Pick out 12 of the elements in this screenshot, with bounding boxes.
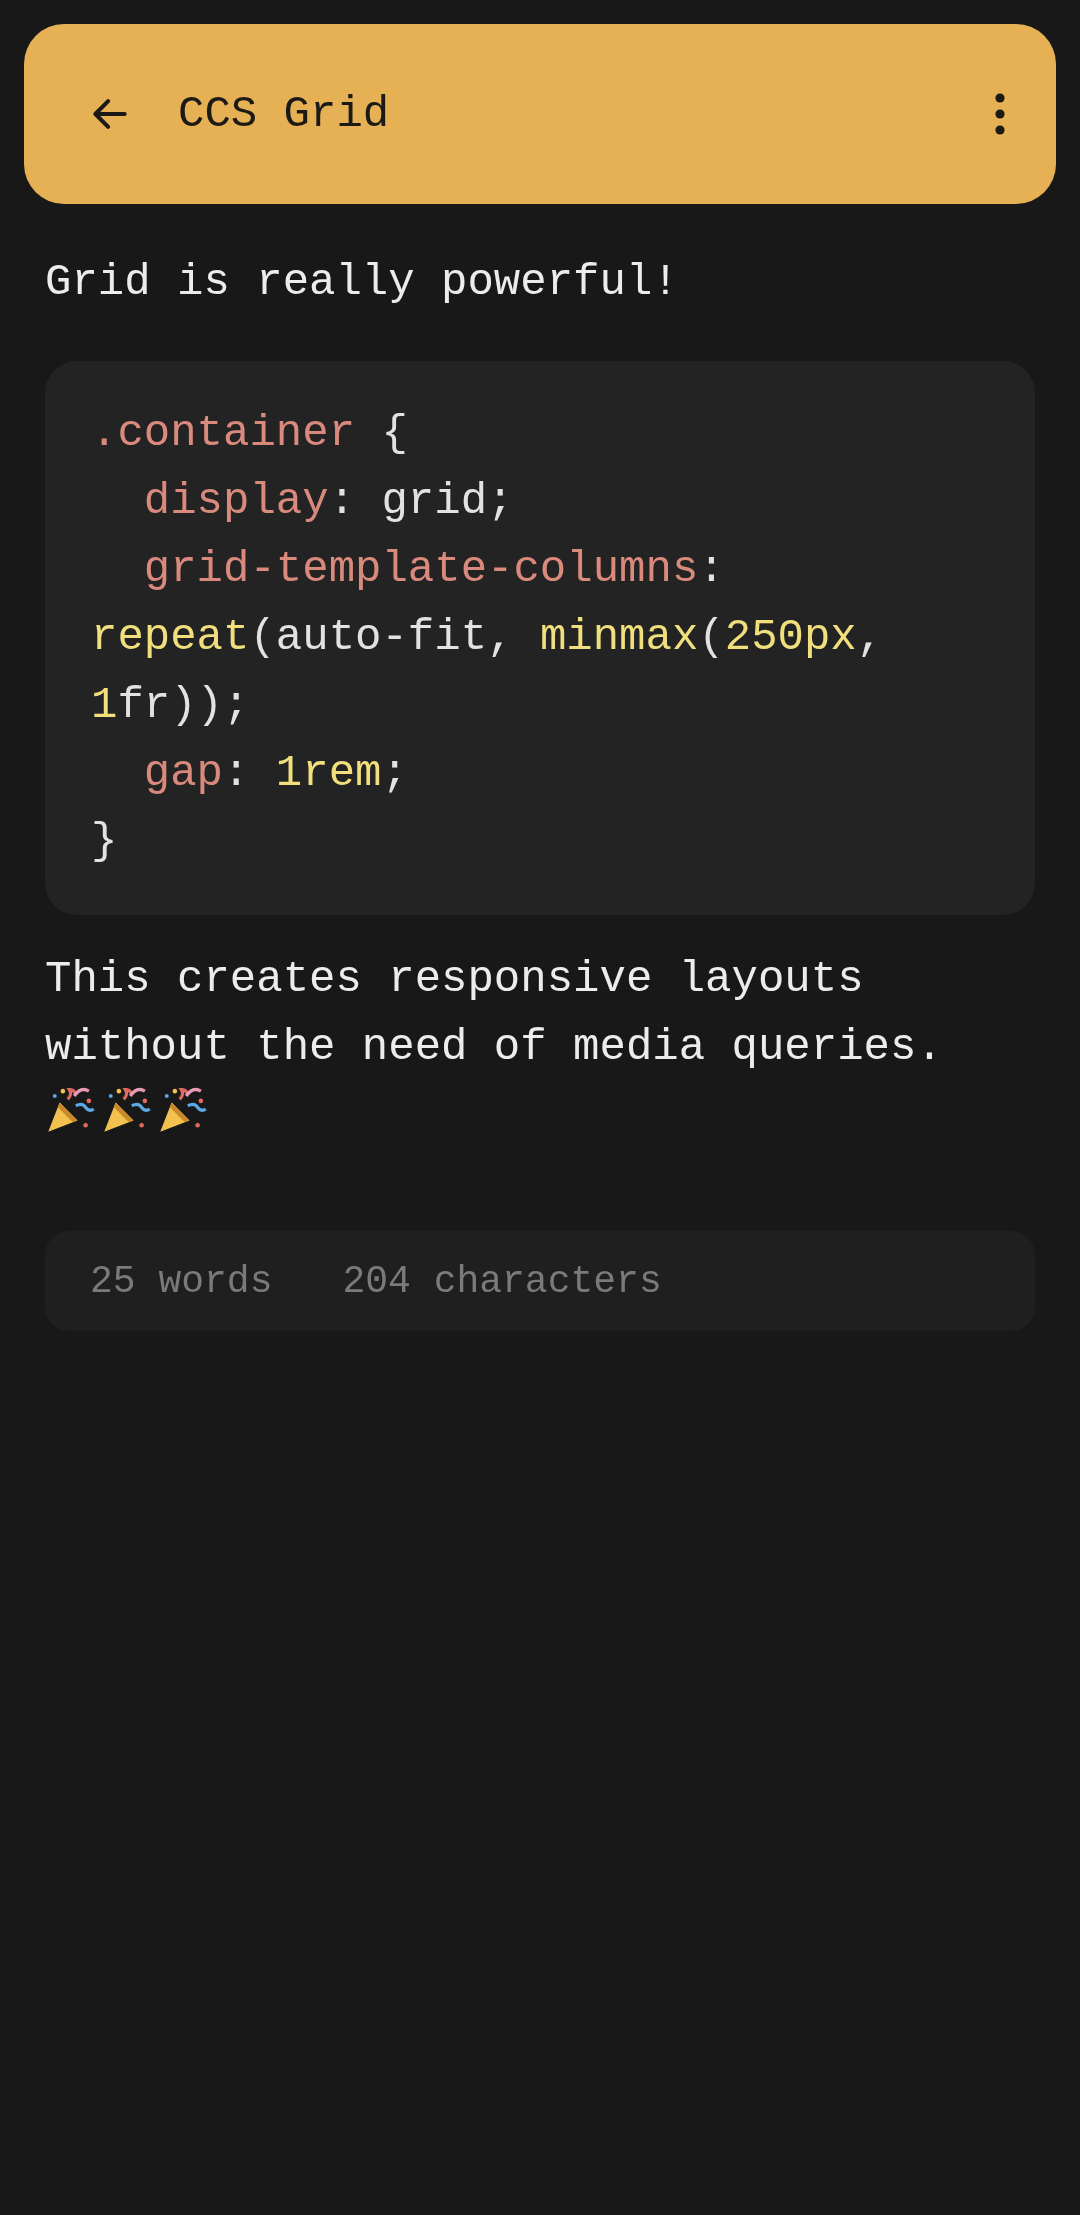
code-line: repeat(auto-fit, minmax(250px, xyxy=(91,611,885,665)
code-line: } xyxy=(91,815,119,869)
code-line: grid-template-columns: xyxy=(142,543,726,597)
character-count: 204 characters xyxy=(342,1259,662,1303)
word-count: 25 words xyxy=(90,1259,273,1303)
note-paragraph: This creates responsive layouts without the need of media queries. xyxy=(45,953,944,1075)
app-bar-title: CCS Grid xyxy=(178,89,391,139)
note-heading: Grid is really powerful! xyxy=(45,256,680,309)
code-line: 1fr)); xyxy=(91,679,251,733)
code-line: .container { xyxy=(91,407,409,461)
code-line: display: grid; xyxy=(142,475,515,529)
code-line: gap: 1rem; xyxy=(142,747,409,801)
